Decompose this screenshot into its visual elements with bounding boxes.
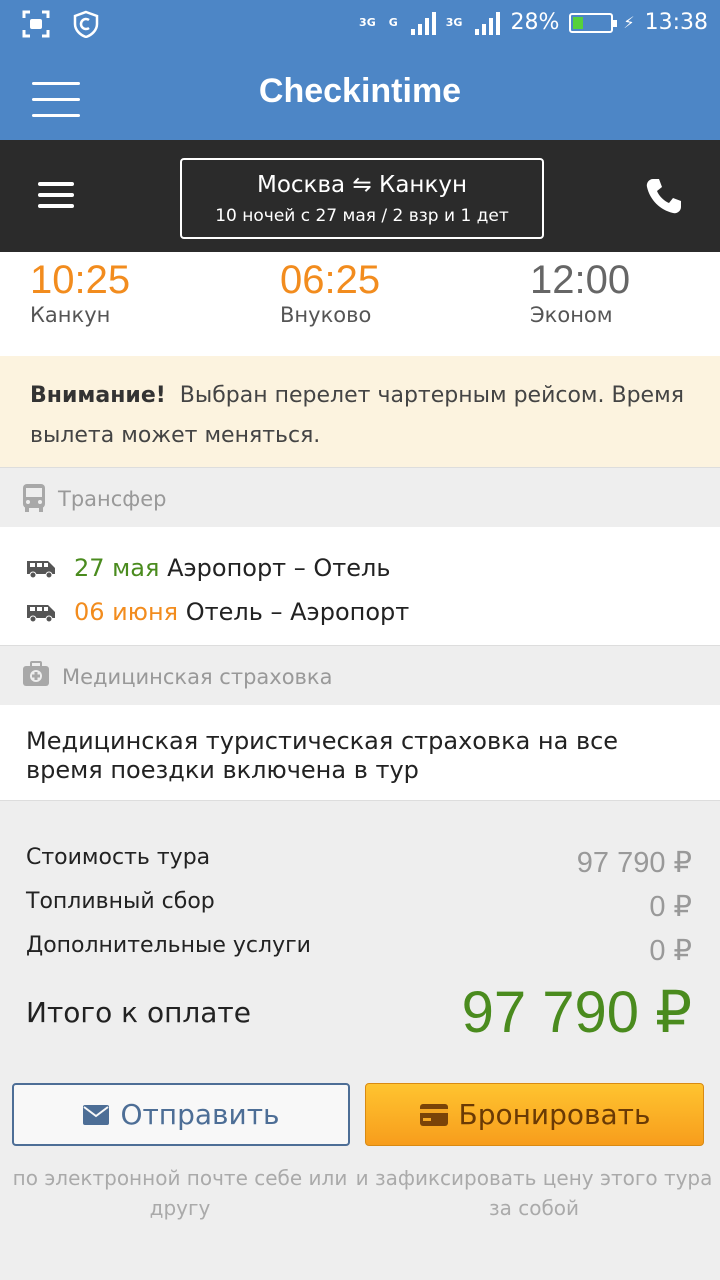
signal-icon-2: [475, 11, 501, 35]
menu-icon[interactable]: [38, 182, 74, 215]
total-row: Итого к оплате 97 790 ₽: [26, 978, 692, 1046]
price-row-extras: Дополнительные услуги 0 ₽: [26, 933, 692, 968]
departure-place: Канкун: [30, 303, 111, 327]
insurance-heading-label: Медицинская страховка: [62, 665, 333, 689]
insurance-text: Медицинская туристическая страховка на в…: [0, 705, 720, 801]
envelope-icon: [83, 1104, 110, 1125]
credit-card-icon: [419, 1103, 448, 1126]
route-title: Москва ⇋ Канкун: [182, 172, 542, 198]
charter-warning: Внимание! Выбран перелет чартерным рейсо…: [0, 356, 720, 468]
price-row-tour: Стоимость тура 97 790 ₽: [26, 845, 692, 880]
arrival-place: Внуково: [280, 303, 372, 327]
price-value: 97 790 ₽: [576, 847, 692, 879]
transfer-route: Отель – Аэропорт: [185, 598, 410, 626]
total-label: Итого к оплате: [26, 995, 251, 1029]
signal-icon: [410, 11, 436, 35]
transfer-route: Аэропорт – Отель: [167, 554, 391, 582]
price-label: Топливный сбор: [26, 889, 215, 914]
total-value: 97 790 ₽: [461, 980, 692, 1045]
book-button-label: Бронировать: [458, 1098, 651, 1131]
search-bar: Москва ⇋ Канкун 10 ночей с 27 мая / 2 вз…: [0, 140, 720, 252]
transfer-heading: Трансфер: [0, 469, 720, 527]
price-label: Стоимость тура: [26, 845, 211, 870]
status-bar: 3G G 3G 28% ⚡ 13:38: [0, 0, 720, 50]
send-button[interactable]: Отправить: [12, 1083, 350, 1146]
send-button-label: Отправить: [120, 1098, 280, 1131]
battery-icon: [569, 12, 618, 33]
flight-times: 10:25 Канкун 06:25 Внуково 12:00 Эконом: [0, 252, 720, 356]
network-type-2: G: [388, 16, 398, 29]
search-details: 10 ночей с 27 мая / 2 взр и 1 дет: [215, 206, 509, 226]
book-button[interactable]: Бронировать: [365, 1083, 704, 1146]
transfer-date: 06 июня: [74, 598, 179, 626]
cabin-class: Эконом: [530, 303, 613, 327]
search-summary-button[interactable]: Москва ⇋ Канкун 10 ночей с 27 мая / 2 вз…: [180, 158, 544, 239]
route-to: Канкун: [379, 172, 468, 198]
medical-kit-icon: [23, 661, 49, 686]
network-type-1: 3G: [359, 16, 376, 29]
app-bar: Checkintime: [0, 50, 720, 140]
duration-block: 12:00 Эконом: [530, 258, 630, 327]
price-label: Дополнительные услуги: [26, 933, 311, 958]
send-hint: по электронной почте себе или другу: [12, 1166, 348, 1220]
route-arrow-icon: ⇋: [352, 172, 372, 198]
price-row-fuel: Топливный сбор 0 ₽: [26, 889, 692, 924]
departure-time: 10:25: [30, 258, 131, 302]
insurance-heading: Медицинская страховка: [0, 647, 720, 705]
network-type-3: 3G: [445, 16, 463, 29]
charging-icon: ⚡: [623, 13, 635, 32]
transfer-date: 27 мая: [74, 554, 160, 582]
transfer-heading-label: Трансфер: [58, 487, 167, 511]
battery-percent: 28%: [510, 10, 560, 35]
book-hint: и зафиксировать цену этого тура за собой: [355, 1166, 713, 1220]
warning-title: Внимание!: [30, 383, 166, 408]
list-item: 06 июня Отель – Аэропорт: [26, 598, 409, 626]
bus-icon: [23, 484, 45, 512]
route-from: Москва: [256, 172, 346, 198]
arrival-time: 06:25: [280, 258, 381, 302]
shield-icon: [73, 10, 99, 38]
clock: 13:38: [644, 10, 708, 35]
van-icon: [27, 605, 55, 622]
phone-icon[interactable]: [644, 176, 684, 216]
van-icon: [27, 561, 55, 578]
list-item: 27 мая Аэропорт – Отель: [26, 554, 391, 582]
transfer-list: 27 мая Аэропорт – Отель 06 июня Отель – …: [0, 527, 720, 646]
price-value: 0 ₽: [649, 935, 692, 967]
price-value: 0 ₽: [649, 891, 692, 923]
screenshot-icon: [22, 10, 50, 38]
departure-block: 10:25 Канкун: [30, 258, 130, 327]
duration-time: 12:00: [530, 258, 631, 302]
arrival-block: 06:25 Внуково: [280, 258, 380, 327]
app-title: Checkintime: [258, 72, 462, 110]
